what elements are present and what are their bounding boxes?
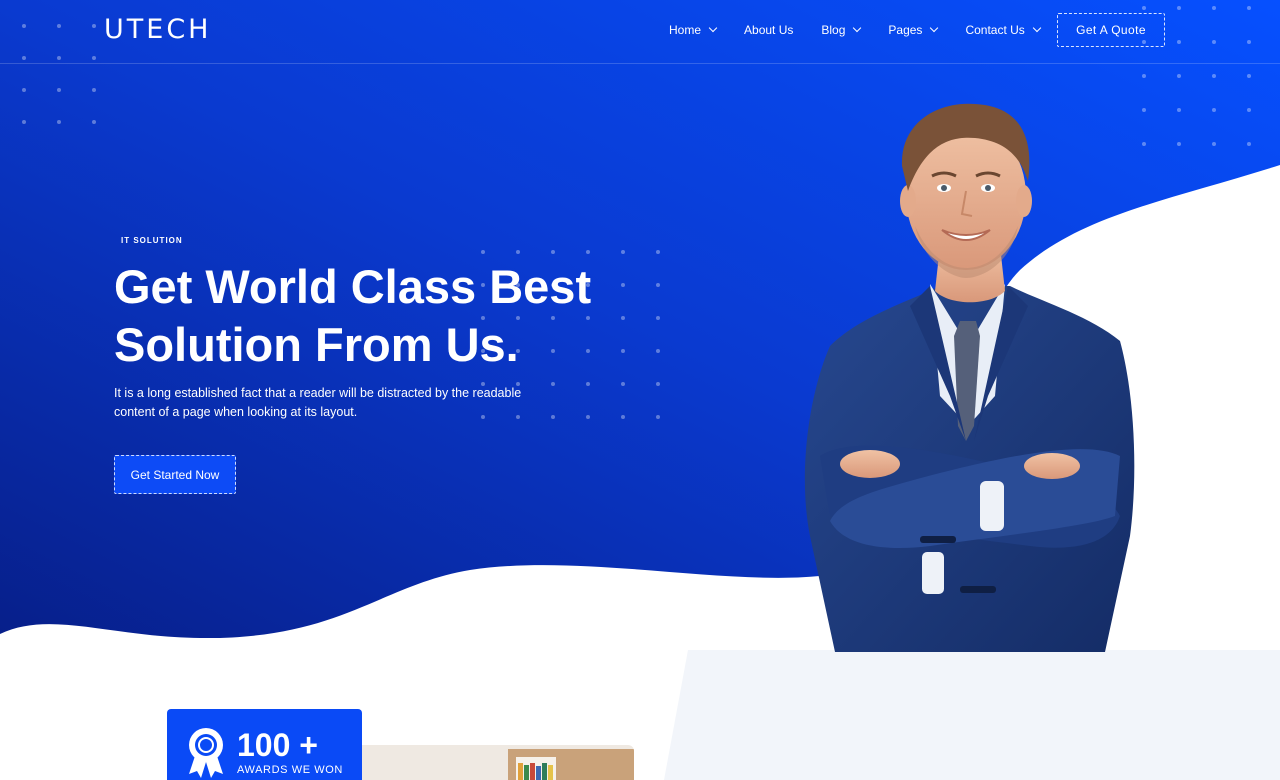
awards-label: AWARDS WE WON — [237, 764, 343, 776]
nav-label: Pages — [888, 23, 923, 37]
hero-eyebrow: IT SOLUTION — [121, 236, 183, 245]
nav-label: Home — [669, 23, 702, 37]
hero-title-line: Solution From Us. — [114, 318, 519, 371]
awards-count: 100 + — [237, 727, 318, 763]
nav-item-about[interactable]: About Us — [744, 23, 793, 37]
nav-label: Contact Us — [965, 23, 1025, 37]
nav-label: Blog — [821, 23, 846, 37]
nav-item-pages[interactable]: Pages — [888, 23, 939, 37]
site-logo[interactable]: UTECH — [104, 14, 211, 45]
hero-title-line: Get World Class Best — [114, 260, 592, 313]
nav-item-blog[interactable]: Blog — [821, 23, 862, 37]
awards-card: 100 + AWARDS WE WON — [167, 709, 362, 780]
nav-item-home[interactable]: Home — [669, 23, 718, 37]
main-nav: Home About Us Blog Pages Contact Us — [669, 0, 1068, 60]
content-panel — [664, 650, 1280, 780]
get-started-button[interactable]: Get Started Now — [114, 455, 236, 494]
award-ribbon-icon — [189, 728, 223, 778]
nav-label: About Us — [744, 23, 794, 37]
hero-description: It is a long established fact that a rea… — [114, 386, 522, 419]
site-header: UTECH Home About Us Blog Pages Contact U… — [0, 0, 1280, 64]
office-image — [340, 745, 634, 780]
get-quote-button[interactable]: Get A Quote — [1057, 13, 1165, 47]
chevron-down-icon — [930, 23, 939, 33]
chevron-down-icon — [853, 23, 862, 33]
chevron-down-icon — [1032, 23, 1042, 33]
nav-item-contact[interactable]: Contact Us — [965, 23, 1042, 37]
chevron-down-icon — [708, 23, 718, 33]
businessman-image — [804, 103, 1135, 652]
hero-title: Get World Class Best Solution From Us. — [114, 258, 634, 374]
